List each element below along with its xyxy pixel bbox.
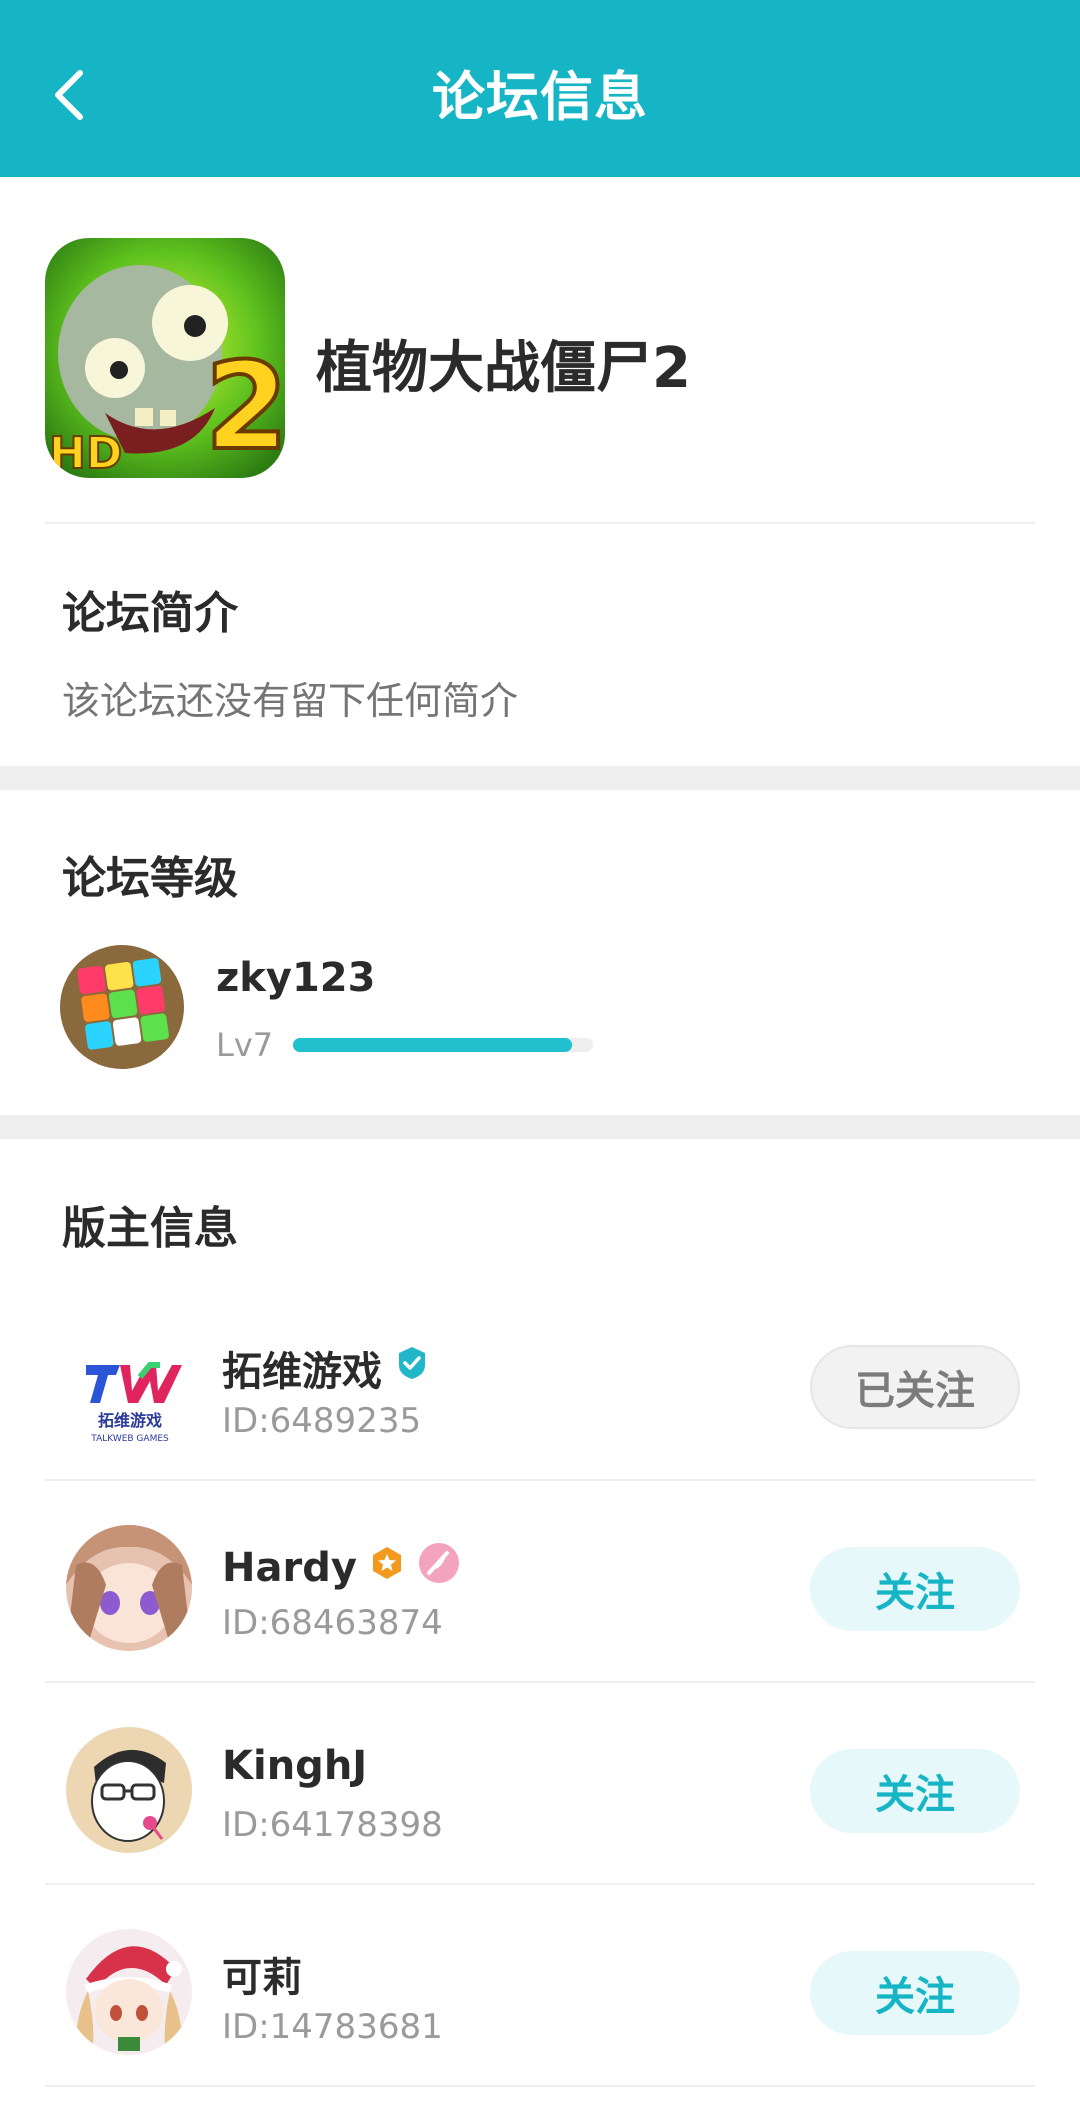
level-progress-bar: [293, 1038, 593, 1052]
moderator-name-row: 可莉: [222, 1945, 302, 2003]
moderator-row[interactable]: Hardy ID:68463874 关注: [0, 1497, 1080, 1697]
moderator-name: 可莉: [222, 1955, 302, 2001]
moderator-id: ID:64178398: [222, 1805, 443, 1845]
intro-text: 该论坛还没有留下任何简介: [62, 679, 519, 723]
section-separator: [0, 1115, 1080, 1139]
follow-button[interactable]: 关注: [810, 1547, 1020, 1631]
moderator-name: Hardy: [222, 1545, 357, 1591]
level-title: 论坛等级: [62, 853, 238, 904]
keli-avatar: [66, 1929, 192, 2055]
top-bar: 论坛信息: [0, 0, 1080, 177]
divider: [45, 1883, 1035, 1885]
moderator-id: ID:6489235: [222, 1401, 422, 1441]
following-button[interactable]: 已关注: [810, 1345, 1020, 1429]
pink-feather-badge-icon: [417, 1541, 461, 1595]
moderator-name-row: 拓维游戏: [222, 1339, 430, 1397]
forum-name: 植物大战僵尸2: [316, 336, 691, 401]
game-icon-2-text: 2: [205, 338, 285, 477]
game-icon: 2 HD: [45, 238, 285, 478]
level-user-avatar[interactable]: [60, 945, 184, 1069]
level-progress-fill: [293, 1038, 572, 1052]
page-title: 论坛信息: [432, 67, 648, 128]
moderator-row[interactable]: KinghJ ID:64178398 关注: [0, 1699, 1080, 1899]
moderators-title: 版主信息: [62, 1203, 238, 1254]
moderator-id: ID:68463874: [222, 1603, 443, 1643]
moderator-name: KinghJ: [222, 1743, 368, 1789]
level-user-name: zky123: [216, 955, 376, 1001]
divider: [45, 1681, 1035, 1683]
divider: [45, 2085, 1035, 2087]
section-separator: [0, 766, 1080, 790]
moderator-name: 拓维游戏: [222, 1349, 382, 1395]
follow-button[interactable]: 关注: [810, 1951, 1020, 2035]
orange-star-badge-icon: [369, 1545, 405, 1591]
follow-button[interactable]: 关注: [810, 1749, 1020, 1833]
moderator-row[interactable]: 拓维游戏 TALKWEB GAMES 拓维游戏 ID:6489235 已关注: [0, 1295, 1080, 1495]
moderator-name-row: KinghJ: [222, 1743, 367, 1789]
kinghj-avatar: [66, 1727, 192, 1853]
intro-title: 论坛简介: [62, 588, 238, 639]
talkweb-logo-en: TALKWEB GAMES: [90, 1434, 169, 1444]
verified-check-icon: [394, 1345, 430, 1391]
divider: [45, 1479, 1035, 1481]
moderator-id: ID:14783681: [222, 2007, 443, 2047]
level-label: Lv7: [216, 1026, 274, 1064]
divider: [45, 522, 1035, 524]
game-icon-hd-text: HD: [49, 428, 122, 478]
moderator-row[interactable]: 可莉 ID:14783681 关注: [0, 1901, 1080, 2101]
talkweb-logo-avatar: 拓维游戏 TALKWEB GAMES: [68, 1335, 192, 1459]
hardy-avatar: [66, 1525, 192, 1651]
talkweb-logo-cn: 拓维游戏: [98, 1411, 162, 1430]
moderator-name-row: Hardy: [222, 1541, 461, 1595]
